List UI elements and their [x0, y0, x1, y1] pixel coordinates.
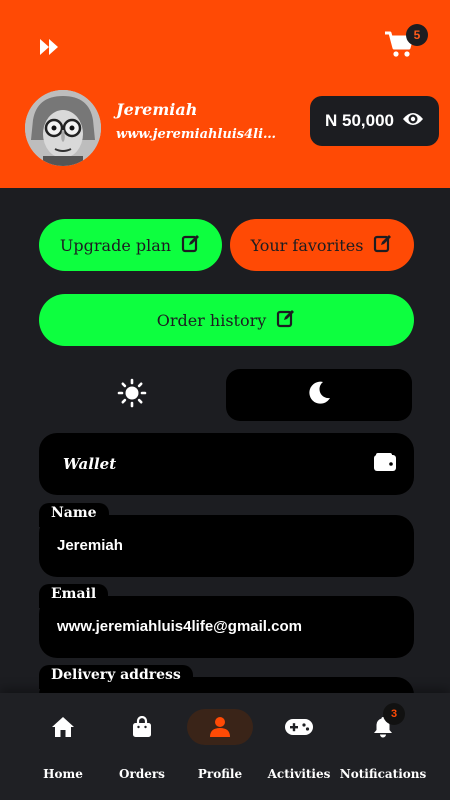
delivery-address-label: Delivery address: [39, 665, 193, 689]
nav-orders-label: Orders: [119, 767, 165, 781]
name-value: Jeremiah: [57, 537, 123, 554]
your-favorites-button[interactable]: Your favorites: [230, 219, 414, 271]
wallet-icon: [374, 453, 396, 476]
nav-orders[interactable]: Orders: [109, 693, 175, 800]
nav-profile-label: Profile: [197, 767, 243, 781]
notifications-count-badge: 3: [383, 703, 405, 725]
nav-home[interactable]: Home: [30, 693, 96, 800]
upgrade-plan-label: Upgrade plan: [59, 235, 172, 255]
email-value: www.jeremiahluis4life@gmail.com: [57, 618, 302, 635]
email-label: Email: [39, 584, 109, 608]
edit-icon: [276, 308, 296, 332]
nav-activities[interactable]: Activities: [266, 693, 332, 800]
bottom-navigation: Home Orders Profile Activities Notificat…: [0, 693, 450, 800]
dark-theme-toggle[interactable]: [226, 369, 412, 421]
nav-activities-label: Activities: [267, 767, 331, 781]
your-favorites-label: Your favorites: [250, 235, 364, 255]
user-name: Jeremiah: [116, 100, 198, 119]
profile-header: 5 Jeremiah www.jeremiahluis4life... N 50…: [0, 0, 450, 188]
cart-count-badge: 5: [406, 24, 428, 46]
nav-notifications-label: Notifications: [339, 767, 427, 781]
shopping-bag-icon: [109, 709, 175, 745]
upgrade-plan-button[interactable]: Upgrade plan: [39, 219, 222, 271]
edit-icon: [373, 233, 393, 257]
avatar[interactable]: [25, 90, 101, 166]
wallet-row[interactable]: Wallet: [39, 433, 414, 495]
fast-forward-icon[interactable]: [38, 36, 60, 58]
user-website: www.jeremiahluis4life...: [116, 127, 281, 142]
wallet-label: Wallet: [63, 455, 117, 473]
order-history-button[interactable]: Order history: [39, 294, 414, 346]
balance-amount: N 50,000: [325, 111, 394, 130]
edit-icon: [181, 233, 201, 257]
moon-icon: [306, 380, 332, 411]
name-label: Name: [39, 503, 109, 527]
balance-card[interactable]: N 50,000: [310, 96, 439, 146]
user-icon: [187, 709, 253, 745]
order-history-label: Order history: [156, 310, 267, 330]
home-icon: [30, 709, 96, 745]
gamepad-icon: [266, 709, 332, 745]
nav-home-label: Home: [43, 767, 83, 781]
nav-profile[interactable]: Profile: [187, 693, 253, 800]
sun-icon: [117, 378, 147, 413]
eye-icon[interactable]: [402, 111, 424, 132]
light-theme-toggle[interactable]: [39, 369, 225, 421]
